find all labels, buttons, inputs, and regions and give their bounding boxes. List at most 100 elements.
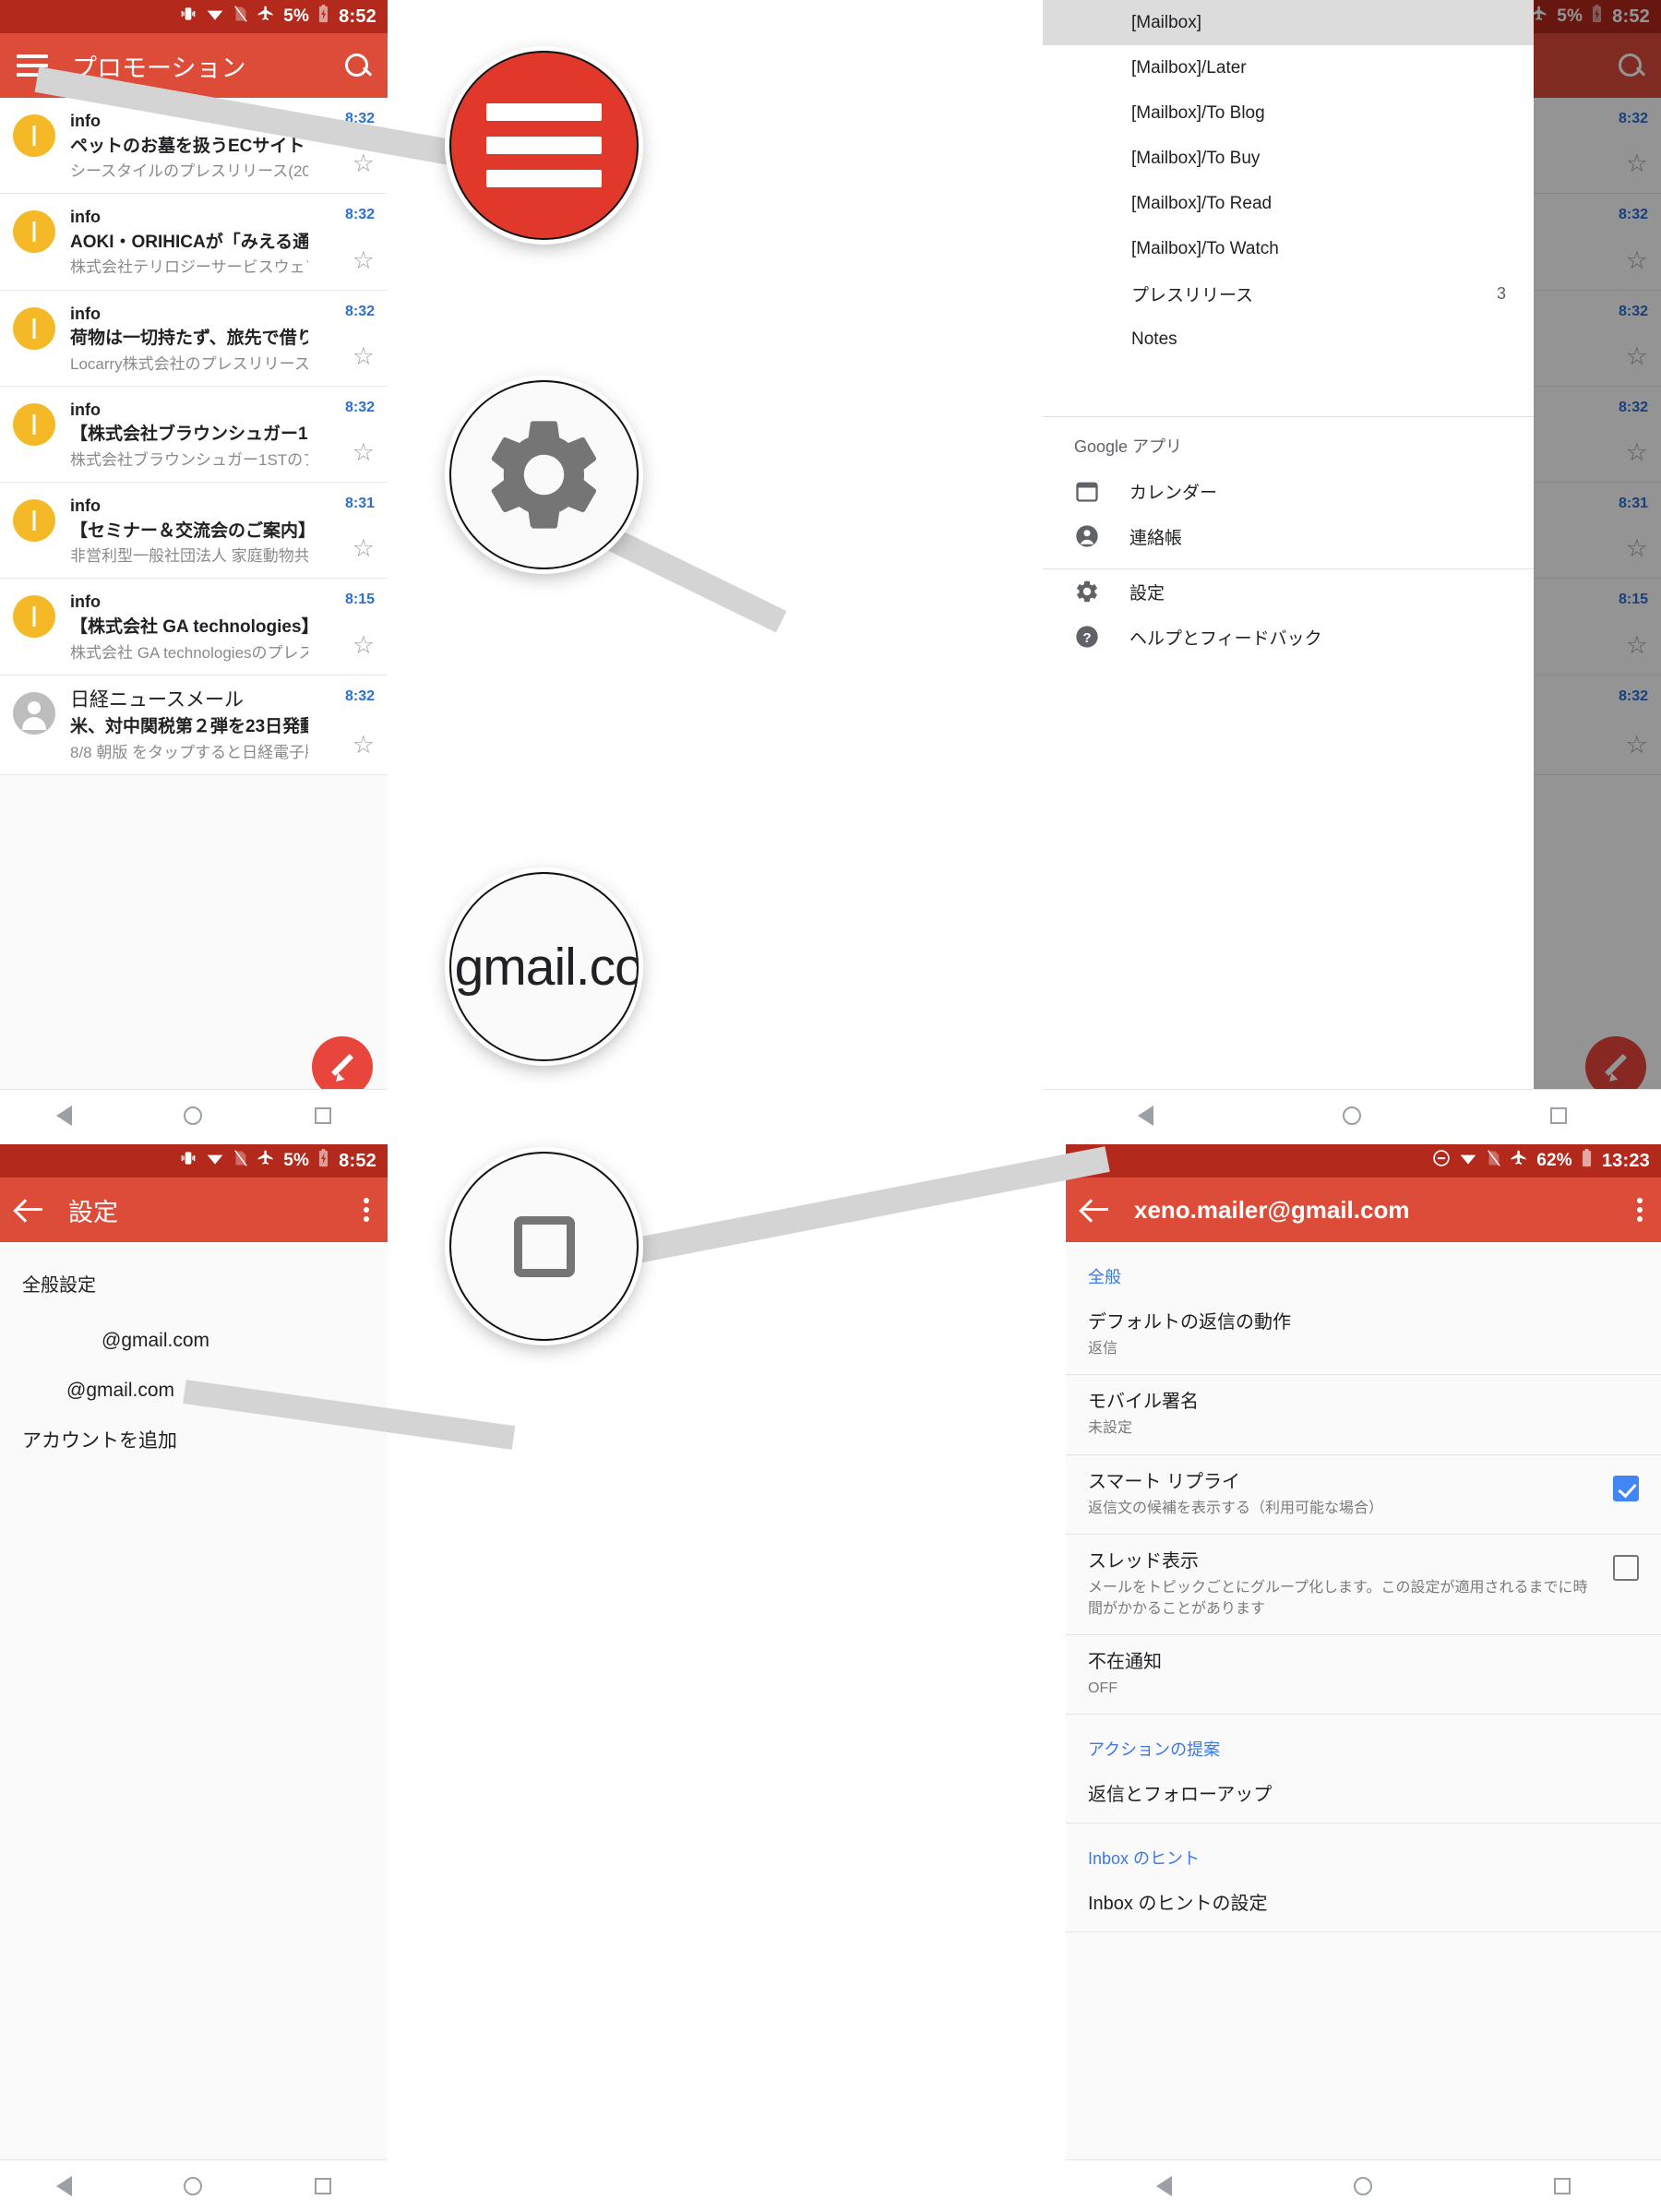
back-arrow-icon[interactable] [1082, 1199, 1110, 1221]
contacts-icon [1074, 523, 1102, 551]
label-tag-icon [1074, 329, 1104, 350]
battery-percent: 5% [283, 6, 310, 26]
drawer-label-item[interactable]: [Mailbox] [1043, 0, 1534, 45]
settings-row[interactable]: モバイル署名 未設定 [1066, 1375, 1661, 1455]
status-bar: 5% 8:52 [0, 0, 388, 33]
drawer-label-item[interactable]: [Mailbox]/To Blog [1043, 90, 1534, 136]
battery-charging-icon [317, 1149, 329, 1173]
avatar[interactable] [13, 210, 55, 254]
panel-promotions: 5% 8:52 プロモーション info ペットのお墓を扱うECサイト（http… [0, 0, 388, 1089]
vibrate-icon [179, 5, 197, 29]
kebab-menu-icon[interactable] [364, 1196, 371, 1224]
drawer-label-item[interactable]: プレスリリース 3 [1043, 271, 1534, 317]
app-bar-settings: 設定 [0, 1178, 388, 1242]
settings-row[interactable]: デフォルトの返信の動作 返信 [1066, 1296, 1661, 1376]
home-nav-icon[interactable] [1342, 1106, 1361, 1125]
drawer-label-item[interactable]: [Mailbox]/Later [1043, 45, 1534, 90]
avatar[interactable] [13, 402, 55, 446]
email-subject: 米、対中関税第２弾を23日発動へ 化学品… [70, 716, 308, 736]
calendar-icon [1074, 478, 1102, 506]
avatar[interactable] [13, 595, 55, 639]
table-row[interactable]: info 【セミナー＆交流会のご案内】9月24日（月… 非営利型一般社団法人 家… [0, 483, 388, 580]
checkbox-unchecked-icon[interactable] [1613, 1555, 1639, 1582]
star-icon[interactable]: ☆ [353, 440, 375, 465]
star-icon[interactable]: ☆ [353, 343, 375, 369]
drawer-item-help[interactable]: ? ヘルプとフィードバック [1043, 615, 1534, 660]
settings-row-title: Inbox のヒントの設定 [1088, 1894, 1268, 1915]
back-arrow-icon[interactable] [17, 1199, 44, 1221]
back-nav-icon[interactable] [1137, 1105, 1153, 1126]
checkbox-checked-icon[interactable] [1613, 1475, 1639, 1501]
home-nav-icon[interactable] [184, 2176, 203, 2195]
drawer-label-item[interactable] [1043, 362, 1534, 407]
compose-fab-button[interactable] [312, 1036, 373, 1089]
label-tag-icon [1074, 239, 1104, 259]
settings-account-row[interactable]: @gmail.com [0, 1297, 388, 1352]
drawer-section-title: Google アプリ [1074, 437, 1183, 456]
kebab-menu-icon[interactable] [1637, 1196, 1644, 1224]
label-tag-icon [1074, 284, 1104, 305]
drawer-google-apps[interactable]: カレンダー 連絡帳 [1043, 469, 1534, 559]
table-row[interactable]: info 【株式会社 GA technologies】 海外向け日本… 株式会社… [0, 579, 388, 676]
airplane-icon [1510, 1149, 1528, 1173]
drawer-label-text: [Mailbox]/To Blog [1131, 102, 1265, 123]
home-nav-icon[interactable] [1353, 2176, 1372, 2195]
settings-row-subtitle: メールをトピックごとにグループ化します。この設定が適用されるまでに時間がかかるこ… [1088, 1580, 1588, 1617]
table-row[interactable]: info 荷物は一切持たず、旅先で借りて手ぶら旅!?… Locarry株式会社の… [0, 291, 388, 387]
avatar[interactable] [13, 691, 55, 735]
label-tag-icon [1074, 149, 1104, 169]
recents-nav-icon[interactable] [315, 1106, 332, 1124]
airplane-icon [257, 1149, 275, 1173]
email-list[interactable]: info ペットのお墓を扱うECサイト（https://seast… シースタイ… [0, 98, 388, 775]
back-nav-icon[interactable] [55, 2175, 72, 2196]
recents-nav-icon[interactable] [1553, 2177, 1571, 2194]
callout-gmail-text: @gmail.com [451, 937, 637, 997]
table-row[interactable]: info 【株式会社ブラウンシュガー1ST】 食のオス… 株式会社ブラウンシュガ… [0, 387, 388, 484]
drawer-footer-items[interactable]: 設定 ? ヘルプとフィードバック [1043, 569, 1534, 660]
email-subject: 【株式会社 GA technologies】 海外向け日本… [70, 616, 308, 637]
drawer-label-list[interactable]: [Mailbox] [Mailbox]/Later [Mailbox]/To B… [1043, 0, 1534, 407]
back-nav-icon[interactable] [55, 1105, 72, 1126]
settings-row[interactable]: スレッド表示 メールをトピックごとにグループ化します。この設定が適用されるまでに時… [1066, 1535, 1661, 1635]
status-bar-account: 62% 13:23 [1066, 1144, 1661, 1178]
settings-section-header: アクションの提案 [1088, 1740, 1221, 1760]
drawer-item-gear[interactable]: 設定 [1043, 569, 1534, 615]
recents-nav-icon[interactable] [1549, 1106, 1567, 1124]
email-sender: info [70, 304, 101, 323]
account-settings-sections[interactable]: 全般 デフォルトの返信の動作 返信 モバイル署名 未設定 スマート リプライ 返信文の… [1066, 1242, 1661, 1933]
table-row[interactable]: 日経ニュースメール 米、対中関税第２弾を23日発動へ 化学品… 8/8 朝版 を… [0, 676, 388, 775]
settings-row[interactable]: スマート リプライ 返信文の候補を表示する（利用可能な場合） [1066, 1454, 1661, 1536]
star-icon[interactable]: ☆ [353, 247, 375, 273]
avatar[interactable] [13, 306, 55, 350]
settings-row[interactable]: 不在通知 OFF [1066, 1634, 1661, 1716]
drawer-label-item[interactable]: Notes [1043, 317, 1534, 362]
star-icon[interactable]: ☆ [353, 732, 375, 758]
email-subject: 荷物は一切持たず、旅先で借りて手ぶら旅!?… [70, 329, 308, 349]
avatar[interactable] [13, 114, 55, 157]
app-bar-account: xeno.mailer@gmail.com [1066, 1178, 1661, 1242]
label-tag-icon [1074, 13, 1104, 33]
label-tag-icon [1074, 58, 1104, 78]
wifi-icon [1459, 1149, 1477, 1173]
star-icon[interactable]: ☆ [353, 536, 375, 561]
sim-off-icon [233, 5, 248, 29]
drawer-item-calendar[interactable]: カレンダー [1043, 469, 1534, 514]
settings-row[interactable]: 返信とフォローアップ [1066, 1768, 1661, 1824]
drawer-label-item[interactable]: [Mailbox]/To Read [1043, 181, 1534, 226]
star-icon[interactable]: ☆ [353, 632, 375, 658]
home-nav-icon[interactable] [184, 1106, 203, 1125]
label-tag-icon [1074, 375, 1104, 395]
back-nav-icon[interactable] [1156, 2175, 1173, 2196]
settings-row-title: 返信とフォローアップ [1088, 1785, 1273, 1806]
search-icon[interactable] [343, 52, 371, 79]
drawer-label-item[interactable]: [Mailbox]/To Watch [1043, 226, 1534, 271]
gear-icon [491, 421, 596, 529]
table-row[interactable]: info AOKI・ORIHICAが「みえる通訳」を全店導入… 株式会社テリロジ… [0, 194, 388, 291]
avatar[interactable] [13, 499, 55, 543]
settings-row[interactable]: Inbox のヒントの設定 [1066, 1877, 1661, 1933]
email-content: info 荷物は一切持たず、旅先で借りて手ぶら旅!?… Locarry株式会社の… [70, 304, 314, 375]
drawer-item-contacts[interactable]: 連絡帳 [1043, 514, 1534, 559]
recents-nav-icon[interactable] [315, 2177, 332, 2194]
star-icon[interactable]: ☆ [353, 151, 375, 176]
drawer-label-item[interactable]: [Mailbox]/To Buy [1043, 136, 1534, 181]
